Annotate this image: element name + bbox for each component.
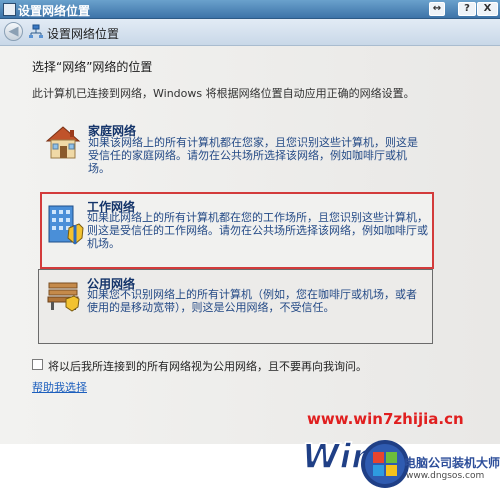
checkbox-label: 将以后我所连接到的所有网络视为公用网络，且不要再向我询问。 bbox=[48, 360, 367, 373]
treat-all-public-checkbox[interactable] bbox=[32, 359, 43, 370]
network-icon bbox=[29, 24, 43, 38]
option-home-network[interactable]: 家庭网络 如果该网络上的所有计算机都在您家，且您识别这些计算机，则这是受信任的家… bbox=[38, 120, 433, 175]
watermark-site-name: 电脑公司装机大师 bbox=[404, 456, 500, 470]
dialog-content: 选择“网络”网络的位置 此计算机已连接到网络，Windows 将根据网络位置自动… bbox=[0, 46, 500, 488]
option-description: 如果您不识别网络上的所有计算机（例如，您在咖啡厅或机场，或者使用的是移动宽带），… bbox=[87, 288, 417, 314]
window-titlebar: 设置网络位置 ↔ ? X bbox=[0, 0, 500, 19]
help-button[interactable]: ? bbox=[458, 2, 476, 16]
close-button[interactable]: X bbox=[477, 2, 498, 16]
back-button[interactable]: ◀ bbox=[4, 22, 23, 41]
window-icon bbox=[3, 3, 16, 16]
option-description: 如果该网络上的所有计算机都在您家，且您识别这些计算机，则这是受信任的家庭网络。请… bbox=[88, 136, 418, 175]
section-heading: 选择“网络”网络的位置 bbox=[32, 60, 153, 74]
window-title: 设置网络位置 bbox=[18, 4, 91, 18]
navigation-bar: ◀ 设置网络位置 bbox=[0, 19, 500, 46]
option-work-network[interactable]: 工作网络 如果此网络上的所有计算机都在您的工作场所，且您识别这些计算机，则这是受… bbox=[40, 192, 434, 269]
watermark-url: www.win7zhijia.cn bbox=[307, 410, 464, 428]
house-icon bbox=[45, 126, 81, 159]
office-building-icon bbox=[48, 205, 84, 245]
watermark-site-url: www.dngsos.com bbox=[406, 471, 485, 481]
option-public-network[interactable]: 公用网络 如果您不识别网络上的所有计算机（例如，您在咖啡厅或机场，或者使用的是移… bbox=[38, 269, 433, 344]
section-description: 此计算机已连接到网络，Windows 将根据网络位置自动应用正确的网络设置。 bbox=[32, 87, 415, 100]
option-description: 如果此网络上的所有计算机都在您的工作场所，且您识别这些计算机，则这是受信任的工作… bbox=[87, 211, 428, 250]
page-title: 设置网络位置 bbox=[47, 27, 120, 41]
help-me-choose-link[interactable]: 帮助我选择 bbox=[32, 379, 87, 395]
resize-button[interactable]: ↔ bbox=[429, 2, 445, 16]
park-bench-icon bbox=[47, 282, 80, 312]
